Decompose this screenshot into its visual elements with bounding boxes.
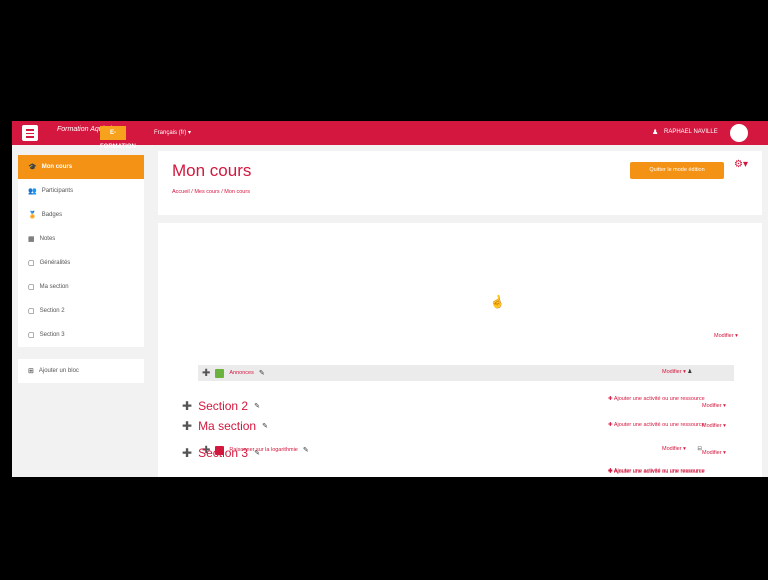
grades-icon: ▦ (28, 236, 35, 243)
sidebar-item-label: Participants (41, 188, 74, 194)
pencil-icon[interactable]: ✎ (262, 422, 268, 430)
add-activity-link[interactable]: ✚ Ajouter une activité ou une ressource (608, 422, 705, 428)
section-title-section-3[interactable]: ✚ Section 3 ✎ (182, 446, 260, 460)
sidebar-item-notes[interactable]: ▦ Notes (18, 227, 144, 251)
sidebar-item-ma-section[interactable]: ▢ Ma section (18, 275, 144, 299)
pencil-icon[interactable]: ✎ (254, 402, 260, 410)
video-frame: Formation Aquitaine E-FORMATION Français… (0, 0, 768, 580)
page-title: Mon cours (172, 161, 252, 180)
user-icon: ♟ (652, 129, 659, 136)
user-small-icon: ♟ (687, 369, 693, 375)
top-navbar: Formation Aquitaine E-FORMATION Français… (12, 121, 768, 150)
avatar[interactable] (730, 124, 748, 142)
move-icon[interactable]: ✚ (182, 419, 192, 433)
folder-icon: ▢ (28, 284, 35, 291)
sidebar-item-participants[interactable]: 👥 Participants (18, 179, 144, 203)
secondary-logo[interactable]: E-FORMATION (100, 126, 136, 150)
sidebar-item-section-2[interactable]: ▢ Section 2 (18, 299, 144, 323)
section-title-section-2[interactable]: ✚ Section 2 ✎ (182, 399, 260, 413)
activity-modifier-label: Modifier ▾ (662, 369, 686, 375)
section-modifier[interactable]: Modifier ▾ (702, 403, 726, 409)
hand-cursor-icon: ☝ (488, 293, 507, 311)
browser-screen: Formation Aquitaine E-FORMATION Français… (12, 121, 768, 477)
forum-icon (215, 368, 225, 378)
badge-icon: 🏅 (28, 212, 37, 219)
announcements-activity[interactable]: ✚ Annonces ✎ (202, 366, 265, 380)
sidebar-item-label: Badges (41, 212, 63, 218)
folder-icon: ▢ (28, 308, 35, 315)
sidebar-item-label: Section 2 (39, 308, 65, 314)
graduation-cap-icon: 🎓 (28, 164, 37, 171)
section-modifier[interactable]: Modifier ▾ (702, 450, 726, 456)
page-header: Mon cours Accueil / Mes cours / Mon cour… (158, 151, 762, 215)
add-block-button[interactable]: ⊞ Ajouter un bloc (18, 359, 144, 383)
pencil-icon[interactable]: ✎ (259, 369, 265, 377)
pencil-icon[interactable]: ✎ (303, 446, 309, 454)
move-icon[interactable]: ✚ (182, 399, 192, 413)
sidebar-nav: 🎓 Mon cours 👥 Participants 🏅 Badges ▦ No… (18, 155, 144, 347)
section-name[interactable]: Section 2 (198, 399, 248, 413)
folder-icon: ▢ (28, 332, 35, 339)
section-name[interactable]: Section 3 (198, 446, 248, 460)
activity-highlight (198, 365, 734, 381)
hamburger-menu-icon[interactable] (22, 125, 38, 141)
pencil-icon[interactable]: ✎ (254, 449, 260, 457)
user-name[interactable]: RAPHAEL NAVILLE (664, 129, 718, 135)
sidebar-item-label: Ma section (39, 284, 69, 290)
section-modifier[interactable]: Modifier ▾ (702, 423, 726, 429)
move-icon[interactable]: ✚ (202, 368, 210, 379)
folder-icon: ▢ (28, 260, 35, 267)
move-icon[interactable]: ✚ (182, 446, 192, 460)
add-activity-link[interactable]: ✚ Ajouter une activité ou une ressource (608, 396, 705, 402)
edit-mode-button[interactable]: Quitter le mode édition (630, 162, 724, 179)
plus-square-icon: ⊞ (28, 368, 34, 375)
sidebar-item-badges[interactable]: 🏅 Badges (18, 203, 144, 227)
sidebar-add-block: ⊞ Ajouter un bloc (18, 359, 144, 383)
users-icon: 👥 (28, 188, 37, 195)
add-activity-link[interactable]: ✚ Ajouter une activité ou une ressource (608, 469, 705, 475)
gear-icon[interactable]: ⚙▾ (734, 159, 748, 170)
sidebar-item-section-3[interactable]: ▢ Section 3 (18, 323, 144, 347)
course-content: ☝ Modifier ▾ ✚ Annonces ✎ Modifier ▾ ♟ ✚… (158, 223, 762, 477)
activity-modifier[interactable]: Modifier ▾ ♟ (662, 369, 692, 375)
course-sidebar: 🎓 Mon cours 👥 Participants 🏅 Badges ▦ No… (18, 155, 144, 383)
main-region: Mon cours Accueil / Mes cours / Mon cour… (158, 151, 762, 477)
sidebar-item-label: Notes (39, 236, 56, 242)
section-title-ma-section[interactable]: ✚ Ma section ✎ (182, 419, 268, 433)
section-name[interactable]: Ma section (198, 419, 256, 433)
activity-modifier-label: Modifier ▾ (662, 446, 686, 452)
activity-label[interactable]: Annonces (229, 370, 253, 376)
sidebar-item-label: Généralités (39, 260, 71, 266)
sidebar-item-label: Section 3 (39, 332, 65, 338)
sidebar-item-label: Mon cours (41, 164, 73, 170)
sidebar-item-mon-cours[interactable]: 🎓 Mon cours (18, 155, 144, 179)
activity-modifier[interactable]: Modifier ▾ ⊟ (662, 446, 702, 452)
sidebar-item-generalites[interactable]: ▢ Généralités (18, 251, 144, 275)
language-selector[interactable]: Français (fr) ▾ (154, 129, 191, 136)
breadcrumb[interactable]: Accueil / Mes cours / Mon cours (172, 189, 250, 195)
add-block-label: Ajouter un bloc (38, 368, 79, 374)
general-section-modifier[interactable]: Modifier ▾ (714, 333, 738, 339)
